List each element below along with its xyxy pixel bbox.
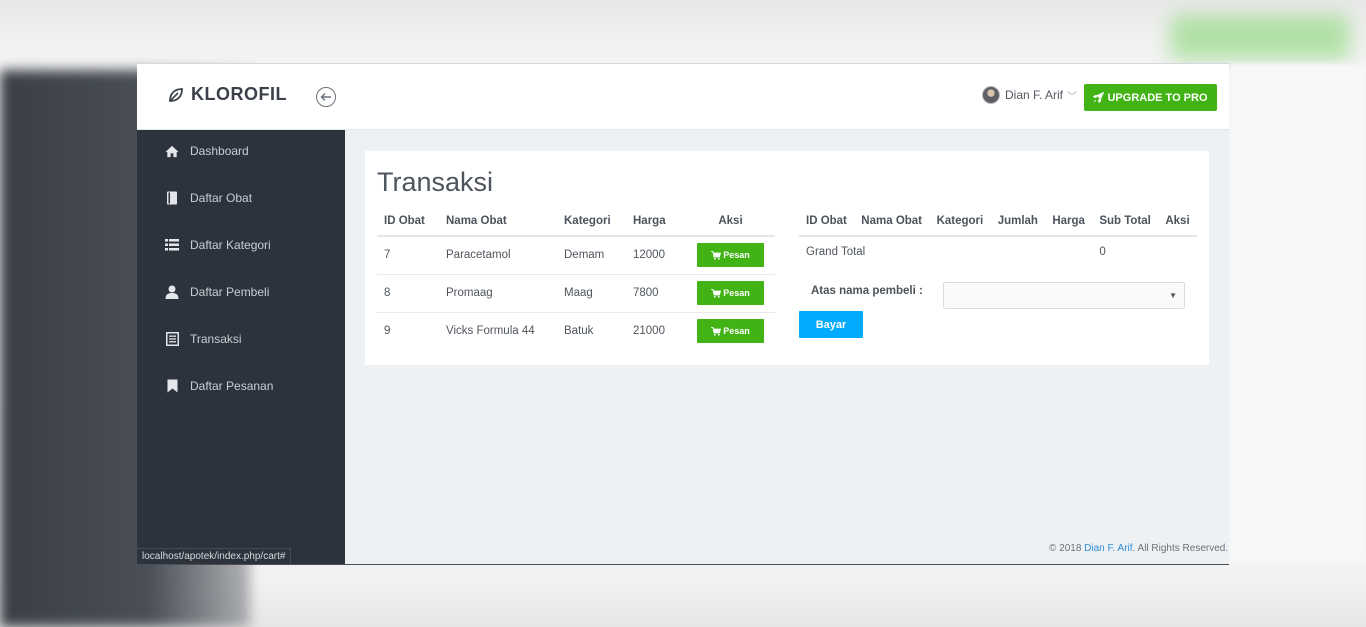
table-row: 9 Vicks Formula 44 Batuk 21000 Pesan xyxy=(377,312,775,350)
status-url: localhost/apotek/index.php/cart# xyxy=(137,548,292,564)
buyer-label: Atas nama pembeli : xyxy=(811,285,923,297)
sidebar-item-daftar-obat[interactable]: Daftar Obat xyxy=(137,180,345,216)
home-icon xyxy=(165,144,179,158)
leaf-icon xyxy=(169,87,183,102)
sidebar-item-dashboard[interactable]: Dashboard xyxy=(137,133,345,169)
column-header: ID Obat xyxy=(799,206,855,237)
caret-down-icon: ▼ xyxy=(1169,291,1177,300)
column-header: Kategori xyxy=(557,206,626,237)
bookmark-icon xyxy=(165,379,179,393)
document-icon xyxy=(165,332,179,346)
footer-suffix: . All Rights Reserved. xyxy=(1132,543,1229,554)
cell-name: Vicks Formula 44 xyxy=(446,325,535,338)
column-header: Aksi xyxy=(686,206,775,237)
order-button-label: Pesan xyxy=(723,326,750,337)
chevron-down-icon: ﹀ xyxy=(1067,91,1078,103)
cell-id: 8 xyxy=(377,274,439,313)
column-header: Kategori xyxy=(929,206,991,237)
user-menu[interactable]: Dian F. Arif ﹀ xyxy=(982,86,1077,104)
upgrade-label: UPGRADE TO PRO xyxy=(1107,91,1208,104)
footer-author-link[interactable]: Dian F. Arif xyxy=(1084,543,1132,554)
list-icon xyxy=(165,238,179,252)
order-button[interactable]: Pesan xyxy=(697,319,764,344)
cell-category: Maag xyxy=(557,274,626,313)
table-header-row: ID Obat Nama Obat Kategori Jumlah Harga … xyxy=(799,206,1197,237)
cart-icon xyxy=(711,288,722,298)
buyer-select[interactable]: ▼ xyxy=(943,282,1185,309)
order-button[interactable]: Pesan xyxy=(697,243,764,268)
cell-id: 9 xyxy=(384,325,391,338)
column-header: Harga xyxy=(1045,206,1093,237)
sidebar-item-label: Transaksi xyxy=(190,332,242,346)
sidebar-toggle-button[interactable] xyxy=(316,87,336,107)
sidebar-item-label: Daftar Pesanan xyxy=(190,379,274,393)
empty-cell xyxy=(1158,236,1197,266)
column-header: ID Obat xyxy=(377,206,439,237)
pay-button[interactable]: Bayar xyxy=(799,311,863,338)
column-header: Aksi xyxy=(1158,206,1197,237)
sidebar-item-daftar-pesanan[interactable]: Daftar Pesanan xyxy=(137,368,345,404)
brand-logo[interactable]: KLOROFIL xyxy=(167,84,287,105)
upgrade-button[interactable]: UPGRADE TO PRO xyxy=(1084,84,1217,111)
cell-action: Pesan xyxy=(686,312,775,350)
cell-price: 7800 xyxy=(626,274,686,313)
user-name: Dian F. Arif xyxy=(1005,88,1064,102)
rocket-icon xyxy=(1093,92,1105,103)
products-table: ID Obat Nama Obat Kategori Harga Aksi 7 … xyxy=(377,206,775,350)
user-icon xyxy=(165,285,179,299)
cell-price: 12000 xyxy=(626,236,686,275)
column-header: Nama Obat xyxy=(854,206,930,237)
grand-total-label: Grand Total xyxy=(806,245,866,258)
page-title: Transaksi xyxy=(377,167,494,197)
transaction-panel: Transaksi ID Obat Nama Obat Kategori Har… xyxy=(365,151,1209,365)
cell-category: Batuk xyxy=(564,325,594,338)
sidebar-item-daftar-kategori[interactable]: Daftar Kategori xyxy=(137,227,345,263)
sidebar-item-daftar-pembeli[interactable]: Daftar Pembeli xyxy=(137,274,345,310)
column-header: Sub Total xyxy=(1092,206,1159,237)
avatar xyxy=(982,86,1000,104)
app-window: KLOROFIL Dian F. Arif ﹀ UPGRADE TO PRO D… xyxy=(137,63,1229,565)
column-header: Nama Obat xyxy=(439,206,557,237)
column-header: Jumlah xyxy=(990,206,1046,237)
column-header: Harga xyxy=(626,206,686,237)
table-row: 8 Promaag Maag 7800 Pesan xyxy=(377,274,775,313)
sidebar-item-label: Daftar Obat xyxy=(190,191,253,205)
grand-total-row: Grand Total 0 xyxy=(799,236,1197,266)
cart-icon xyxy=(711,250,722,260)
cell-price: 21000 xyxy=(633,325,665,338)
arrow-left-icon xyxy=(320,93,331,101)
sidebar-item-label: Daftar Kategori xyxy=(190,238,271,252)
cell-name: Paracetamol xyxy=(439,236,557,275)
order-button[interactable]: Pesan xyxy=(697,281,764,305)
grand-total-value: 0 xyxy=(1099,245,1106,258)
footer: © 2018 Dian F. Arif. All Rights Reserved… xyxy=(1049,543,1228,554)
cell-category: Demam xyxy=(557,236,626,275)
cart-icon xyxy=(711,326,722,336)
order-button-label: Pesan xyxy=(723,250,750,261)
sidebar-item-label: Dashboard xyxy=(190,144,249,158)
book-icon xyxy=(165,191,179,205)
cell-name: Promaag xyxy=(439,274,557,313)
table-header-row: ID Obat Nama Obat Kategori Harga Aksi xyxy=(377,206,775,237)
sidebar-item-transaksi[interactable]: Transaksi xyxy=(137,321,345,357)
cart-table: ID Obat Nama Obat Kategori Jumlah Harga … xyxy=(799,206,1197,266)
table-row: 7 Paracetamol Demam 12000 Pesan xyxy=(377,236,775,275)
cell-action: Pesan xyxy=(686,236,775,275)
cell-action: Pesan xyxy=(686,274,775,313)
footer-prefix: © 2018 xyxy=(1049,543,1085,554)
brand-name: KLOROFIL xyxy=(191,84,287,104)
sidebar-item-label: Daftar Pembeli xyxy=(190,285,270,299)
background-blur-right xyxy=(1229,64,1366,564)
top-navbar: KLOROFIL Dian F. Arif ﹀ UPGRADE TO PRO xyxy=(137,64,1229,130)
background-blur-top xyxy=(1170,15,1350,60)
cell-id: 7 xyxy=(377,236,439,275)
order-button-label: Pesan xyxy=(723,288,750,298)
sidebar: Dashboard Daftar Obat Daftar Kategori Da… xyxy=(137,130,345,564)
